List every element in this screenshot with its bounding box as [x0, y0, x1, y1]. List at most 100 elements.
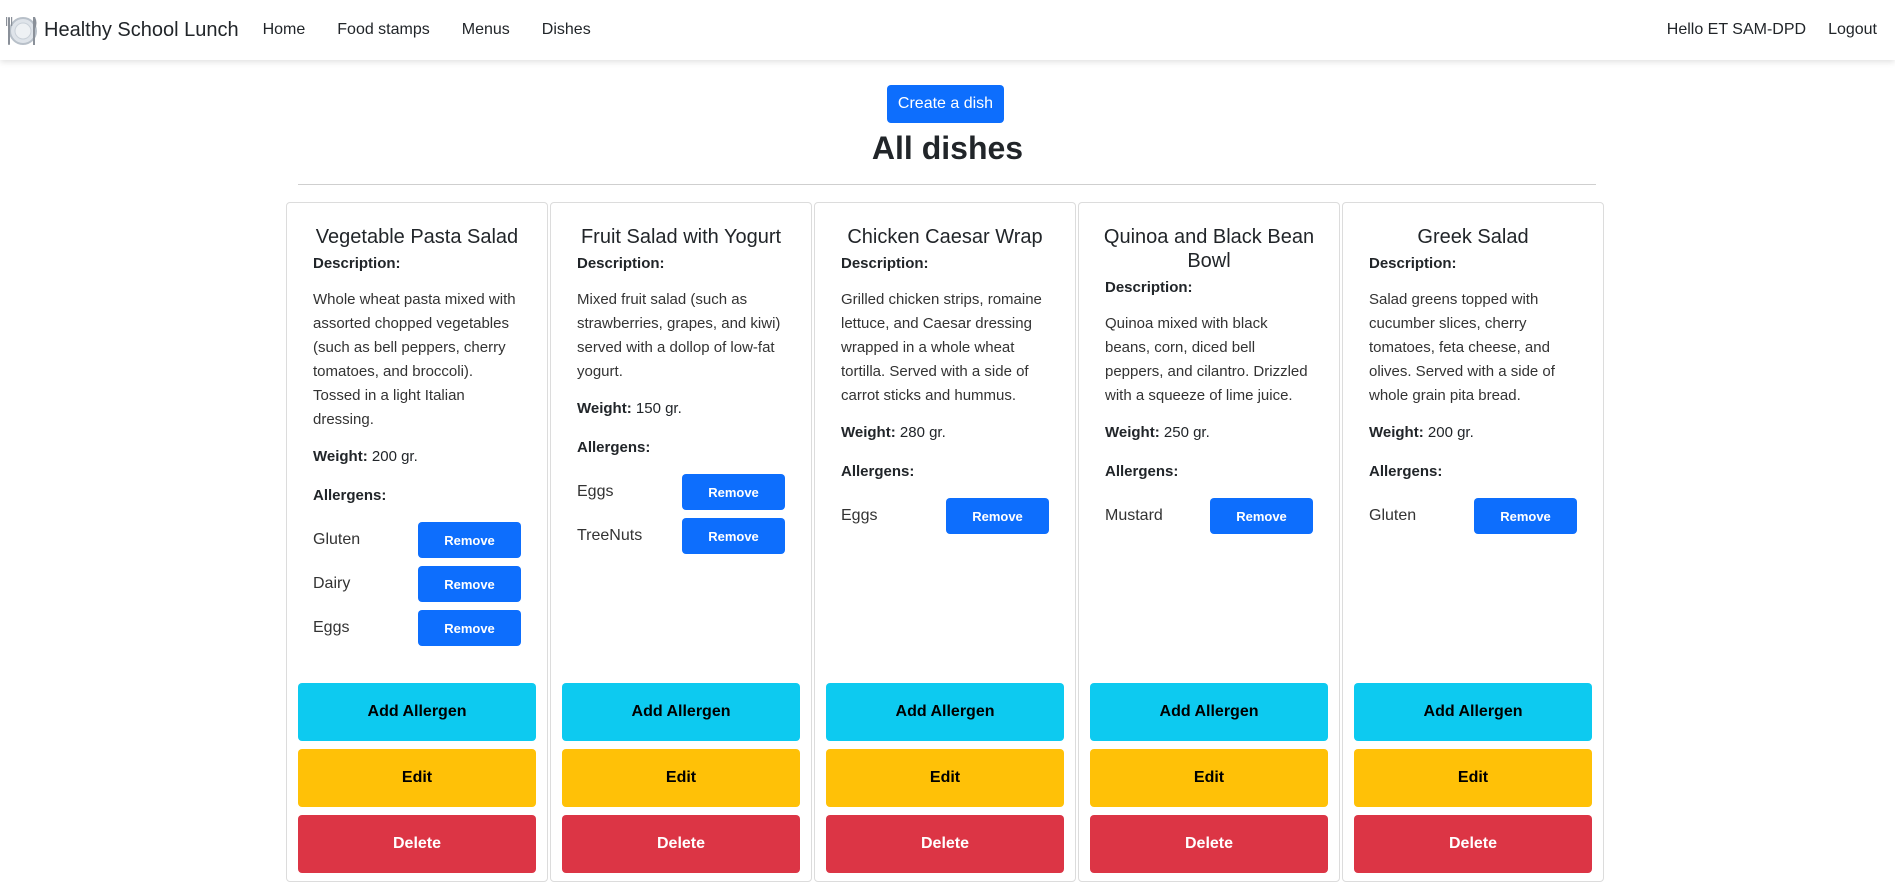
allergen-name: TreeNuts [577, 527, 643, 544]
dish-name: Greek Salad [1417, 226, 1529, 248]
delete-dish-button[interactable]: Delete [826, 815, 1064, 873]
logout-link[interactable]: Logout [1828, 21, 1877, 39]
dish-description: Mixed fruit salad (such as strawberries,… [577, 291, 781, 380]
allergen-row: TreeNuts Remove [577, 518, 785, 554]
dish-weight: Weight: 280 gr. [841, 424, 1049, 441]
dish-card: Greek Salad Description: Salad greens to… [1342, 202, 1604, 882]
dish-actions: Add Allergen Edit Delete [562, 675, 800, 873]
nav-home[interactable]: Home [263, 21, 306, 39]
dish-card: Chicken Caesar Wrap Description: Grilled… [814, 202, 1076, 882]
dish-card: Fruit Salad with Yogurt Description: Mix… [550, 202, 812, 882]
dish-name: Quinoa and Black Bean Bowl [1103, 226, 1315, 272]
dish-cards: Vegetable Pasta Salad Description: Whole… [286, 202, 1606, 882]
allergens-label: Allergens: [1369, 463, 1443, 480]
brand[interactable]: Healthy School Lunch [6, 13, 239, 47]
allergen-row: Gluten Remove [313, 522, 521, 558]
dish-card: Vegetable Pasta Salad Description: Whole… [286, 202, 548, 882]
remove-allergen-button[interactable]: Remove [1474, 498, 1577, 534]
remove-allergen-button[interactable]: Remove [418, 566, 521, 602]
dish-description: Quinoa mixed with black beans, corn, dic… [1105, 315, 1308, 404]
allergens-label: Allergens: [577, 439, 651, 456]
dish-actions: Add Allergen Edit Delete [1354, 675, 1592, 873]
allergen-row: Mustard Remove [1105, 498, 1313, 534]
dish-description: Grilled chicken strips, romaine lettuce,… [841, 291, 1042, 404]
allergen-row: Eggs Remove [313, 610, 521, 646]
weight-label: Weight: [313, 448, 368, 465]
create-dish-button[interactable]: Create a dish [887, 85, 1004, 123]
allergen-row: Dairy Remove [313, 566, 521, 602]
nav-dishes[interactable]: Dishes [542, 21, 591, 39]
remove-allergen-button[interactable]: Remove [418, 610, 521, 646]
description-label: Description: [841, 255, 929, 272]
allergens-label: Allergens: [841, 463, 915, 480]
edit-dish-button[interactable]: Edit [562, 749, 800, 807]
divider [298, 184, 1596, 185]
dish-actions: Add Allergen Edit Delete [1090, 675, 1328, 873]
delete-dish-button[interactable]: Delete [562, 815, 800, 873]
allergens-label: Allergens: [1105, 463, 1179, 480]
weight-value: 200 gr. [371, 448, 418, 465]
allergen-list: Mustard Remove [1105, 498, 1313, 534]
dish-card: Quinoa and Black Bean Bowl Description: … [1078, 202, 1340, 882]
remove-allergen-button[interactable]: Remove [946, 498, 1049, 534]
dish-actions: Add Allergen Edit Delete [826, 675, 1064, 873]
allergen-name: Gluten [313, 531, 361, 548]
remove-allergen-button[interactable]: Remove [682, 518, 785, 554]
nav-food-stamps[interactable]: Food stamps [337, 21, 429, 39]
add-allergen-button[interactable]: Add Allergen [1354, 683, 1592, 741]
remove-allergen-button[interactable]: Remove [1210, 498, 1313, 534]
weight-label: Weight: [841, 424, 896, 441]
dish-body: Description: Mixed fruit salad (such as … [551, 255, 811, 554]
delete-dish-button[interactable]: Delete [1090, 815, 1328, 873]
delete-dish-button[interactable]: Delete [298, 815, 536, 873]
allergen-list: Eggs Remove [841, 498, 1049, 534]
allergens-label: Allergens: [313, 487, 387, 504]
plate-cutlery-icon [6, 17, 37, 45]
user-greeting: Hello ET SAM-DPD [1666, 21, 1807, 38]
allergen-name: Gluten [1369, 507, 1417, 524]
weight-value: 280 gr. [899, 424, 946, 441]
allergen-list: Gluten Remove Dairy Remove Eggs Remove [313, 522, 521, 646]
dish-description: Whole wheat pasta mixed with assorted ch… [313, 291, 516, 428]
allergen-row: Eggs Remove [577, 474, 785, 510]
description-label: Description: [1105, 279, 1193, 296]
allergen-name: Eggs [313, 619, 350, 636]
allergen-name: Dairy [313, 575, 351, 592]
allergen-row: Eggs Remove [841, 498, 1049, 534]
user-area: Hello ET SAM-DPD Logout [1667, 0, 1877, 60]
allergen-name: Eggs [577, 483, 614, 500]
weight-value: 150 gr. [635, 400, 682, 417]
dish-body: Description: Quinoa mixed with black bea… [1079, 279, 1339, 534]
allergen-name: Eggs [841, 507, 878, 524]
dish-name: Fruit Salad with Yogurt [580, 226, 782, 248]
weight-value: 200 gr. [1427, 424, 1474, 441]
dish-weight: Weight: 250 gr. [1105, 424, 1313, 441]
dish-description: Salad greens topped with cucumber slices… [1369, 291, 1555, 404]
edit-dish-button[interactable]: Edit [1354, 749, 1592, 807]
brand-title: Healthy School Lunch [44, 18, 239, 41]
weight-label: Weight: [1105, 424, 1160, 441]
page-title: All dishes [871, 130, 1024, 166]
allergen-row: Gluten Remove [1369, 498, 1577, 534]
edit-dish-button[interactable]: Edit [826, 749, 1064, 807]
dish-actions: Add Allergen Edit Delete [298, 675, 536, 873]
add-allergen-button[interactable]: Add Allergen [826, 683, 1064, 741]
remove-allergen-button[interactable]: Remove [418, 522, 521, 558]
description-label: Description: [313, 255, 401, 272]
dish-weight: Weight: 150 gr. [577, 400, 785, 417]
top-navbar: Healthy School Lunch Home Food stamps Me… [0, 0, 1895, 60]
remove-allergen-button[interactable]: Remove [682, 474, 785, 510]
allergen-name: Mustard [1105, 507, 1163, 524]
nav-menus[interactable]: Menus [462, 21, 510, 39]
add-allergen-button[interactable]: Add Allergen [298, 683, 536, 741]
edit-dish-button[interactable]: Edit [1090, 749, 1328, 807]
dish-name: Chicken Caesar Wrap [847, 226, 1043, 248]
allergen-list: Eggs Remove TreeNuts Remove [577, 474, 785, 554]
edit-dish-button[interactable]: Edit [298, 749, 536, 807]
description-label: Description: [1369, 255, 1457, 272]
dish-body: Description: Whole wheat pasta mixed wit… [287, 255, 547, 646]
dish-weight: Weight: 200 gr. [313, 448, 521, 465]
delete-dish-button[interactable]: Delete [1354, 815, 1592, 873]
add-allergen-button[interactable]: Add Allergen [1090, 683, 1328, 741]
add-allergen-button[interactable]: Add Allergen [562, 683, 800, 741]
